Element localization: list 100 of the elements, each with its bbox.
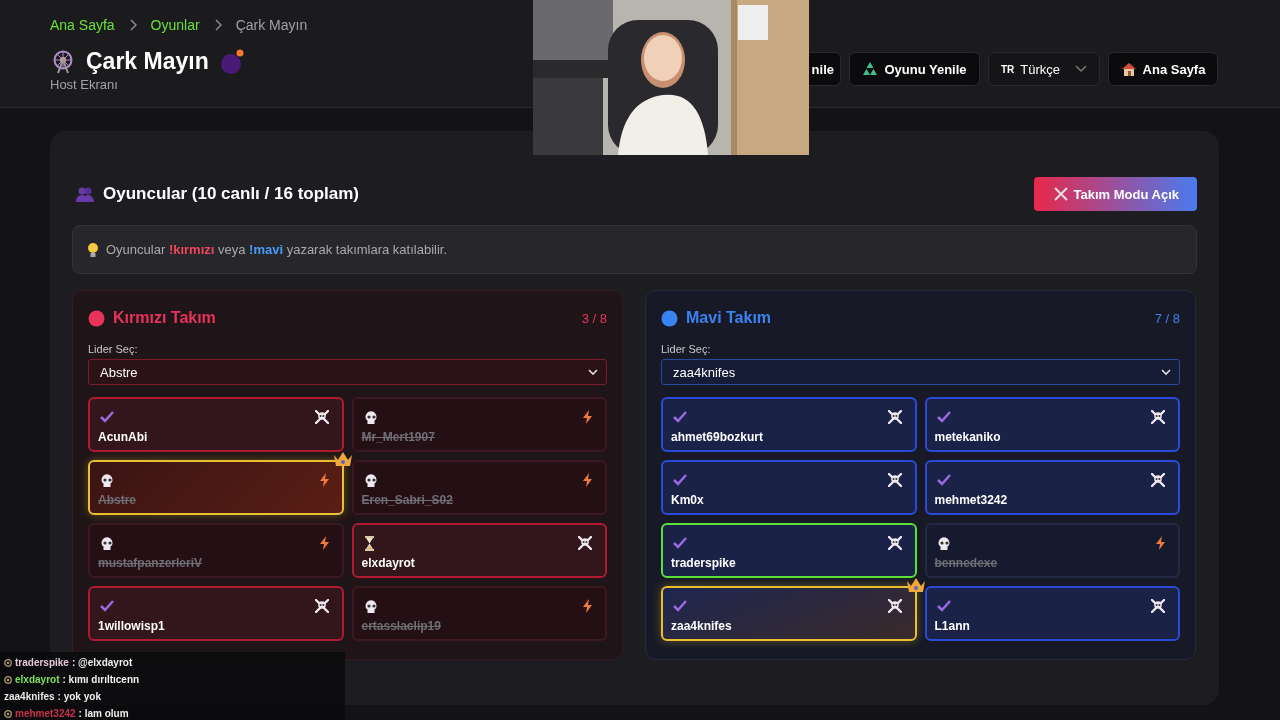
player-card[interactable]: metekaniko (924, 397, 1180, 452)
team-count: 3 / 8 (581, 310, 607, 326)
player-card[interactable]: ertasslaclip19 (351, 586, 607, 641)
revive-button[interactable] (580, 472, 595, 488)
chat-username: elxdayrot (15, 674, 60, 685)
info-text: Oyuncular !kırmızı veya !mavi yazarak takımlara katılabilir. (106, 242, 448, 257)
page-title: Çark Mayın (86, 48, 209, 75)
skull-icon (936, 535, 952, 551)
player-card[interactable]: Eren_Sabri_S02 (351, 460, 607, 515)
house-icon (1120, 61, 1137, 77)
hourglass-icon (363, 535, 375, 551)
eliminate-button[interactable] (1148, 472, 1168, 488)
skull-crossbones-icon (314, 599, 329, 613)
chat-username: traderspike (15, 657, 69, 668)
skull-crossbones-icon (887, 473, 902, 487)
leader-label: Lider Seç: (88, 343, 139, 355)
eliminate-button[interactable] (1148, 598, 1168, 614)
chat-message: : yok yok (57, 691, 101, 702)
player-card[interactable]: AcunAbi (88, 397, 344, 452)
checkmark-icon (673, 474, 687, 486)
lightning-icon (1156, 536, 1165, 550)
player-card[interactable]: ahmet69bozkurt (661, 397, 917, 452)
skull-crossbones-icon (1151, 473, 1165, 487)
leader-select[interactable]: Abstre (88, 359, 607, 385)
eliminate-button[interactable] (575, 535, 595, 551)
team-mode-button[interactable]: Takım Modu Açık (1033, 177, 1197, 211)
eliminate-button[interactable] (1148, 409, 1168, 425)
skull-crossbones-icon (887, 536, 902, 550)
skull-crossbones-icon (578, 536, 592, 550)
home-button[interactable]: Ana Sayfa (1108, 52, 1218, 86)
crown-icon (332, 451, 353, 467)
caret-icon (588, 368, 598, 376)
checkmark-icon (673, 537, 687, 549)
breadcrumb-link[interactable]: Oyunlar (150, 17, 200, 33)
player-card[interactable]: L1ann (924, 586, 1180, 641)
chat-message: : @elxdayrot (71, 657, 133, 668)
player-card[interactable]: Mr_Mert1907 (351, 397, 607, 452)
player-card[interactable]: Km0x (661, 460, 917, 515)
revive-button[interactable] (580, 598, 595, 614)
checkmark-icon (673, 600, 687, 612)
player-name: ertasslaclip19 (361, 619, 442, 633)
lightning-icon (583, 410, 592, 424)
team-name: Mavi Takım (686, 309, 772, 327)
team-count: 7 / 8 (1154, 310, 1180, 326)
checkmark-icon (100, 600, 114, 612)
player-name: traderspike (671, 556, 737, 570)
skull-crossbones-icon (1151, 410, 1165, 424)
player-name: AcunAbi (98, 430, 149, 444)
language-label: Türkçe (1020, 61, 1061, 77)
subtitle: Host Ekranı (50, 77, 119, 92)
lightning-icon (583, 473, 592, 487)
player-name: L1ann (934, 619, 971, 633)
revive-button[interactable] (1153, 535, 1168, 551)
player-name: Mr_Mert1907 (361, 430, 436, 444)
section-title: Oyuncular (10 canlı / 16 toplam) (103, 184, 360, 204)
team-name: Kırmızı Takım (113, 309, 216, 327)
player-card[interactable]: mustafpanzerleriV (88, 523, 344, 578)
player-name: metekaniko (934, 430, 1002, 444)
revive-button[interactable] (580, 409, 595, 425)
breadcrumb-current: Çark Mayın (235, 17, 308, 33)
leader-label: Lider Seç: (661, 343, 712, 355)
caret-icon (1161, 368, 1171, 376)
team-dot-icon (661, 309, 678, 327)
checkmark-icon (936, 474, 951, 486)
checkmark-icon (936, 411, 951, 423)
caret-icon (1075, 65, 1087, 73)
player-card[interactable]: elxdayrot (351, 523, 607, 578)
chat-username: zaa4knifes (4, 691, 55, 702)
checkmark-icon (936, 600, 951, 612)
player-name: elxdayrot (361, 556, 416, 570)
people-icon (76, 186, 94, 202)
player-name: bennedexe (934, 556, 999, 570)
player-card[interactable]: traderspike (661, 523, 917, 578)
chevron-icon (128, 19, 137, 31)
player-name: ahmet69bozkurt (671, 430, 765, 444)
header-button[interactable]: nile (808, 52, 841, 86)
chat-message: : lam olum (78, 708, 129, 719)
player-card[interactable]: zaa4knifes (661, 586, 917, 641)
chevron-icon (213, 19, 222, 31)
breadcrumb-link[interactable]: Ana Sayfa (50, 17, 115, 33)
skull-icon (363, 409, 379, 425)
player-name: mustafpanzerleriV (98, 556, 204, 570)
chat-message: : kımı dırıltıcenn (62, 674, 140, 685)
checkmark-icon (673, 411, 687, 423)
skull-icon (363, 598, 379, 614)
language-select[interactable]: TR Türkçe (988, 52, 1100, 86)
reset-game-button[interactable]: Oyunu Yenile (849, 52, 980, 86)
player-name: Abstre (98, 493, 137, 507)
skull-crossbones-icon (314, 410, 329, 424)
skull-crossbones-icon (887, 410, 902, 424)
skull-icon (100, 472, 115, 488)
team-dot-icon (88, 309, 105, 327)
lightbulb-icon (87, 241, 99, 258)
lightning-icon (583, 599, 592, 613)
player-name: zaa4knifes (671, 619, 733, 633)
bomb-icon (218, 48, 245, 75)
leader-select[interactable]: zaa4knifes (661, 359, 1180, 385)
player-name: mehmet3242 (934, 493, 1009, 507)
player-card[interactable]: 1willowisp1 (88, 586, 344, 641)
player-card[interactable]: mehmet3242 (924, 460, 1180, 515)
